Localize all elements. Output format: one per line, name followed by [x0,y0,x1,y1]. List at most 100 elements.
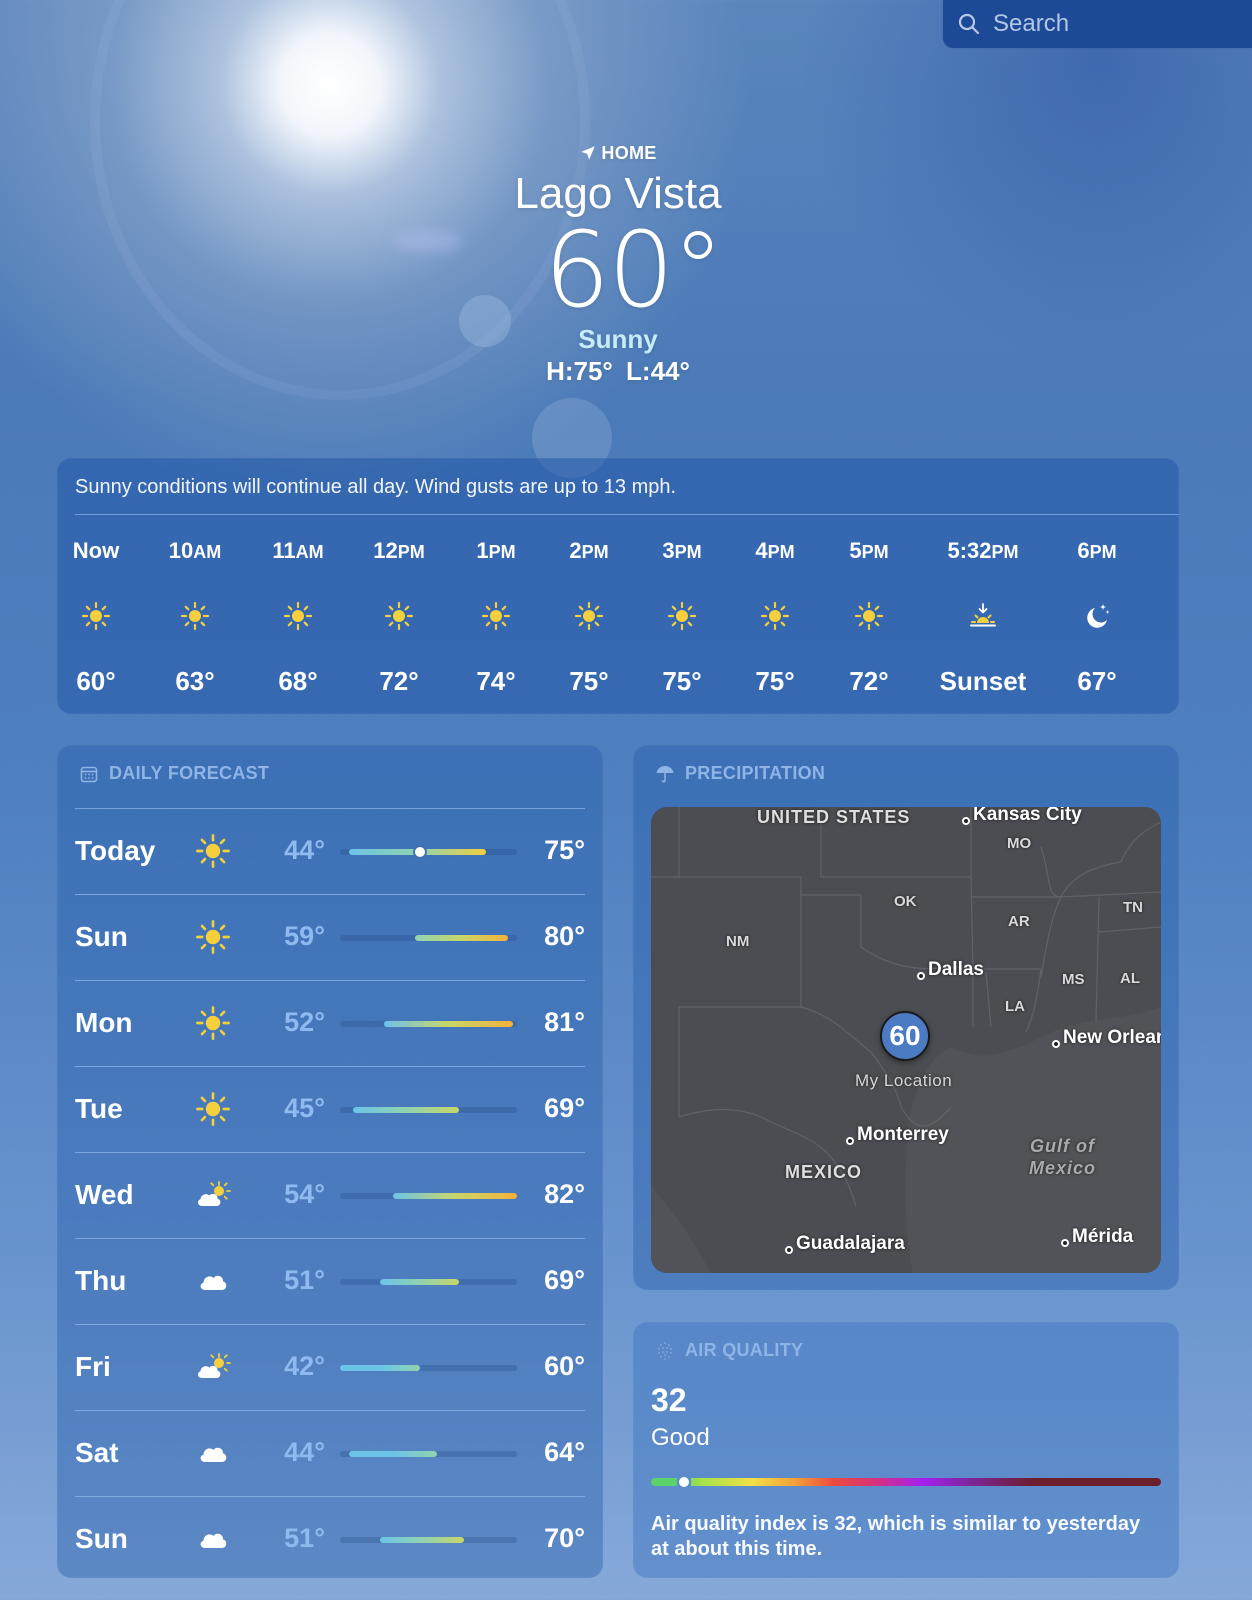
air-quality-title: AIR QUALITY [685,1340,804,1360]
city-name: Kansas City [973,807,1082,825]
hourly-forecast-card[interactable]: Sunny conditions will continue all day. … [57,458,1179,714]
precipitation-card[interactable]: PRECIPITATION UNITED STATES MEXICO MO OK… [633,745,1179,1290]
hour-label: 12PM [344,536,454,566]
daily-forecast-card[interactable]: DAILY FORECAST Today 44° 75° Sun 59° 80° Mon 52… [57,745,603,1578]
daily-forecast-row[interactable]: Thu 51° 69° [75,1238,585,1324]
hour-temperature: 63° [175,666,215,696]
temperature-range-track [340,1537,517,1543]
search-icon [957,12,981,36]
search-bar[interactable] [943,0,1252,48]
cloud-icon [195,1263,231,1299]
divider [75,514,1179,515]
search-input[interactable] [993,10,1233,38]
sun-icon [814,596,924,636]
day-name: Thu [75,1265,127,1296]
hour-suffix: PM [397,542,425,562]
city-name: Monterrey [857,1124,949,1145]
low-temperature: 51° [284,1523,325,1553]
map-city-dallas[interactable]: Dallas [917,960,984,980]
aqi-description: Air quality index is 32, which is simila… [651,1513,1141,1560]
daily-forecast-row[interactable]: Sat 44° 64° [75,1410,585,1496]
sun-icon [195,1005,231,1041]
hour-temperature: 67° [1077,666,1117,696]
map-city-new-orleans[interactable]: New Orleans [1052,1028,1161,1048]
map-label-water: Gulf of Mexico [1029,1135,1096,1179]
hour-suffix: PM [674,542,702,562]
moon-stars-icon [1042,596,1152,636]
map-label-state: LA [1005,998,1025,1015]
city-name: Dallas [928,959,984,980]
map-city-guadalajara[interactable]: Guadalajara [785,1234,905,1254]
sunset-icon [928,596,1038,636]
hour-time: 4 [755,538,768,563]
high-temperature: 69° [544,1265,585,1295]
hour-label: 11AM [243,536,353,566]
city-dot [1052,1040,1060,1048]
sun-icon [344,596,454,636]
temperature-range-bar [384,1021,513,1027]
aqi-marker [678,1477,689,1487]
hour-time: 10 [168,538,194,563]
city-dot [917,972,925,980]
hourly-summary: Sunny conditions will continue all day. … [75,476,677,498]
daily-forecast-row[interactable]: Fri 42° 60° [75,1324,585,1410]
map-label-state: MS [1062,971,1085,988]
high-temperature: 69° [544,1093,585,1123]
day-name: Today [75,835,156,866]
hourly-item: 10AM 63° [140,536,250,698]
map-city-monterrey[interactable]: Monterrey [846,1125,949,1145]
precipitation-title: PRECIPITATION [685,763,826,783]
temperature-range-bar [415,935,509,941]
map-city-kansas-city[interactable]: Kansas City [962,807,1082,825]
partly-cloudy-icon [195,1177,231,1213]
my-location-pin[interactable]: 60 [880,1011,930,1061]
daily-forecast-row[interactable]: Today 44° 75° [75,808,585,894]
air-quality-header: AIR QUALITY [655,1340,803,1361]
home-label: HOME [601,142,657,163]
current-temperature: 60° [543,209,724,331]
map-label-country: MEXICO [785,1162,863,1182]
hour-suffix: PM [991,542,1019,562]
precipitation-map[interactable]: UNITED STATES MEXICO MO OK AR TN NM MS A… [651,807,1161,1273]
location-arrow-icon [581,146,596,160]
temperature-range-bar [379,1279,460,1285]
temperature-range-track [340,935,517,941]
daily-forecast-row[interactable]: Sun 51° 70° [75,1496,585,1582]
cloud-icon [195,1521,231,1557]
daily-forecast-row[interactable]: Sun 59° 80° [75,894,585,980]
day-name: Tue [75,1093,123,1124]
temperature-range-bar [348,1451,438,1457]
hour-temperature: 72° [379,666,419,696]
map-label-state: AR [1008,913,1030,930]
temperature-range-bar [353,1107,460,1113]
city-name: Mérida [1072,1226,1134,1247]
hour-temperature: 60° [76,666,116,696]
temperature-range-track [340,1279,517,1285]
daily-forecast-row[interactable]: Tue 45° 69° [75,1066,585,1152]
daily-forecast-title: DAILY FORECAST [109,763,270,783]
temperature-range-bar [393,1193,517,1199]
aqi-category: Good [651,1424,710,1451]
hour-temperature: Sunset [939,666,1027,696]
day-name: Wed [75,1179,134,1210]
temperature-range-track [340,1107,517,1113]
water-label-line: Mexico [1029,1158,1097,1178]
day-name: Mon [75,1007,133,1038]
city-name: Guadalajara [796,1233,905,1254]
hour-time: 2 [569,538,582,563]
daily-forecast-row[interactable]: Wed 54° 82° [75,1152,585,1238]
temperature-range-track [340,1021,517,1027]
temperature-range-track [340,1365,517,1371]
map-city-merida[interactable]: Mérida [1061,1227,1133,1247]
low-temperature: 44° [284,1437,325,1467]
air-quality-card[interactable]: AIR QUALITY 32 Good Air quality index is… [633,1322,1179,1578]
hour-temperature: 72° [849,666,889,696]
daily-forecast-row[interactable]: Mon 52° 81° [75,980,585,1066]
hourly-item: Now 60° [41,536,151,698]
aqi-scale-bar [651,1477,1161,1487]
sun-icon [195,919,231,955]
low-temperature: 42° [284,1351,325,1381]
low-temperature: 52° [284,1007,325,1037]
temperature-range-bar [340,1365,420,1371]
map-label-state: AL [1120,970,1140,987]
